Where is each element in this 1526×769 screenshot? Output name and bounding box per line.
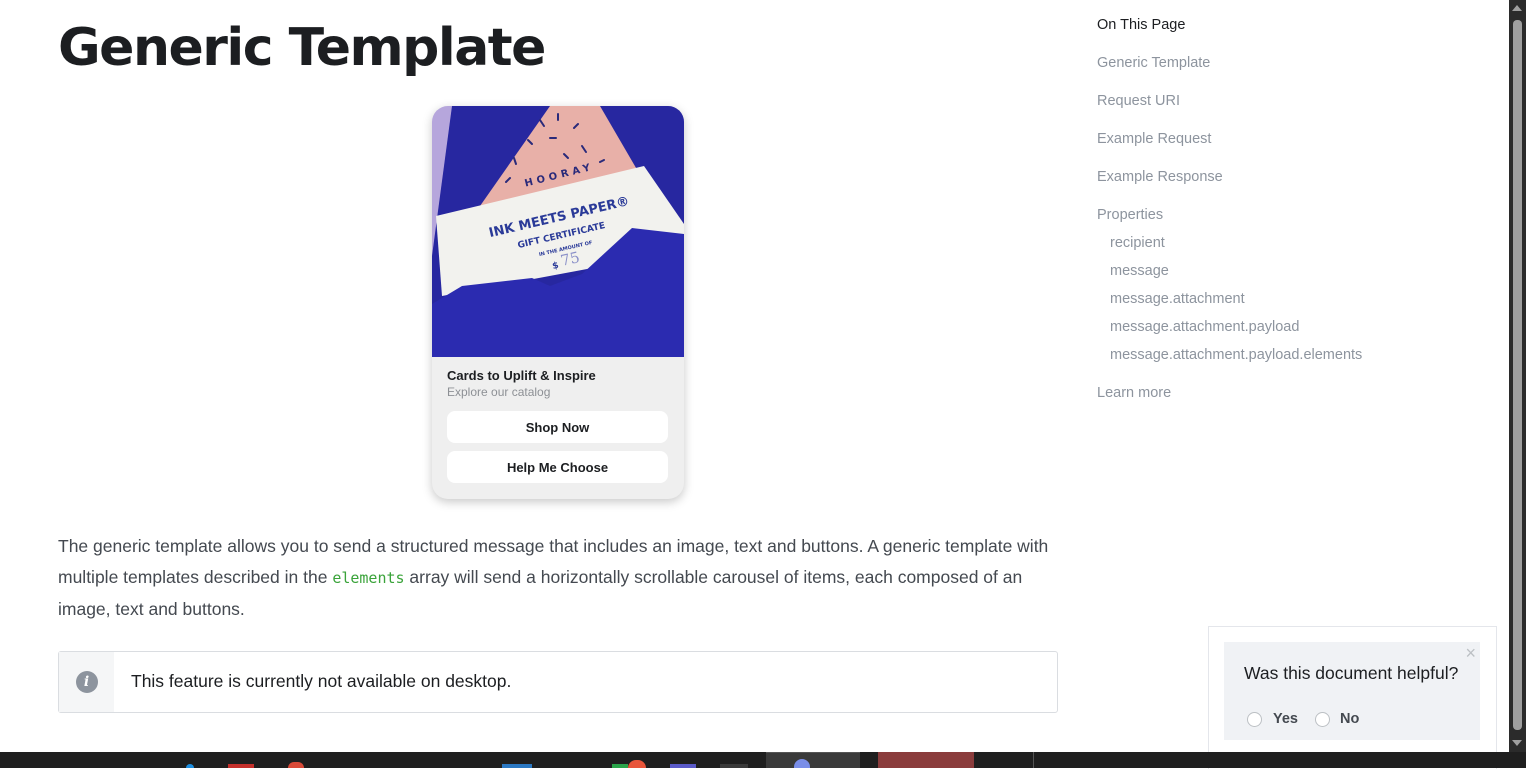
card-subtitle: Explore our catalog: [447, 385, 551, 399]
toc-item-recipient[interactable]: recipient: [1110, 235, 1165, 251]
toc-item-message-attachment-payload-elements[interactable]: message.attachment.payload.elements: [1110, 347, 1362, 363]
taskbar-divider: [1033, 752, 1034, 768]
toc-item-message[interactable]: message: [1110, 263, 1169, 279]
info-icon: i: [75, 671, 98, 693]
scroll-up-arrow-icon[interactable]: [1512, 5, 1522, 11]
taskbar-active-window[interactable]: [766, 752, 860, 768]
notice-text: This feature is currently not available …: [131, 671, 512, 691]
page-scrollbar[interactable]: [1509, 0, 1526, 752]
card-envelope-image: HOORAY INK MEETS PAPER® GIFT CERTIFICATE…: [432, 106, 684, 357]
yes-radio[interactable]: [1247, 712, 1262, 727]
toc-item-learn-more[interactable]: Learn more: [1097, 385, 1171, 401]
taskbar-app-icon[interactable]: [612, 764, 628, 768]
taskbar-app-icon[interactable]: [670, 764, 696, 768]
toc-item-message-attachment-payload[interactable]: message.attachment.payload: [1110, 319, 1299, 335]
desktop-notice: i This feature is currently not availabl…: [58, 651, 1058, 713]
toc-item-properties[interactable]: Properties: [1097, 207, 1163, 223]
toc-item-request-uri[interactable]: Request URI: [1097, 93, 1180, 109]
feedback-widget: × Was this document helpful? Yes No: [1208, 626, 1497, 769]
help-me-choose-button[interactable]: Help Me Choose: [447, 451, 668, 483]
scroll-down-arrow-icon[interactable]: [1512, 740, 1522, 746]
scroll-thumb[interactable]: [1513, 20, 1522, 730]
toc-heading: On This Page: [1097, 17, 1186, 33]
taskbar-window[interactable]: [878, 752, 974, 768]
no-label[interactable]: No: [1340, 711, 1359, 727]
taskbar-app-icon[interactable]: [228, 764, 254, 768]
taskbar-app-icon[interactable]: [502, 764, 532, 768]
feedback-question: Was this document helpful?: [1244, 663, 1459, 683]
page-title: Generic Template: [58, 18, 546, 78]
toc-item-generic-template[interactable]: Generic Template: [1097, 55, 1210, 71]
generic-template-preview: HOORAY INK MEETS PAPER® GIFT CERTIFICATE…: [432, 106, 684, 499]
card-title: Cards to Uplift & Inspire: [447, 368, 596, 383]
taskbar-app-icon[interactable]: [288, 762, 304, 768]
toc-item-example-request[interactable]: Example Request: [1097, 131, 1211, 147]
no-radio[interactable]: [1315, 712, 1330, 727]
toc-item-example-response[interactable]: Example Response: [1097, 169, 1223, 185]
feedback-panel: × Was this document helpful? Yes No: [1224, 642, 1480, 740]
notice-icon-box: i: [59, 652, 114, 712]
yes-label[interactable]: Yes: [1273, 711, 1298, 727]
shop-now-button[interactable]: Shop Now: [447, 411, 668, 443]
close-icon[interactable]: ×: [1465, 644, 1476, 662]
taskbar-app-icon[interactable]: [186, 764, 194, 768]
elements-code: elements: [332, 569, 405, 587]
description-paragraph: The generic template allows you to send …: [58, 531, 1058, 625]
taskbar-badge: [628, 760, 646, 768]
taskbar-app-icon[interactable]: [720, 764, 748, 768]
os-taskbar: [0, 752, 1526, 768]
toc-item-message-attachment[interactable]: message.attachment: [1110, 291, 1245, 307]
